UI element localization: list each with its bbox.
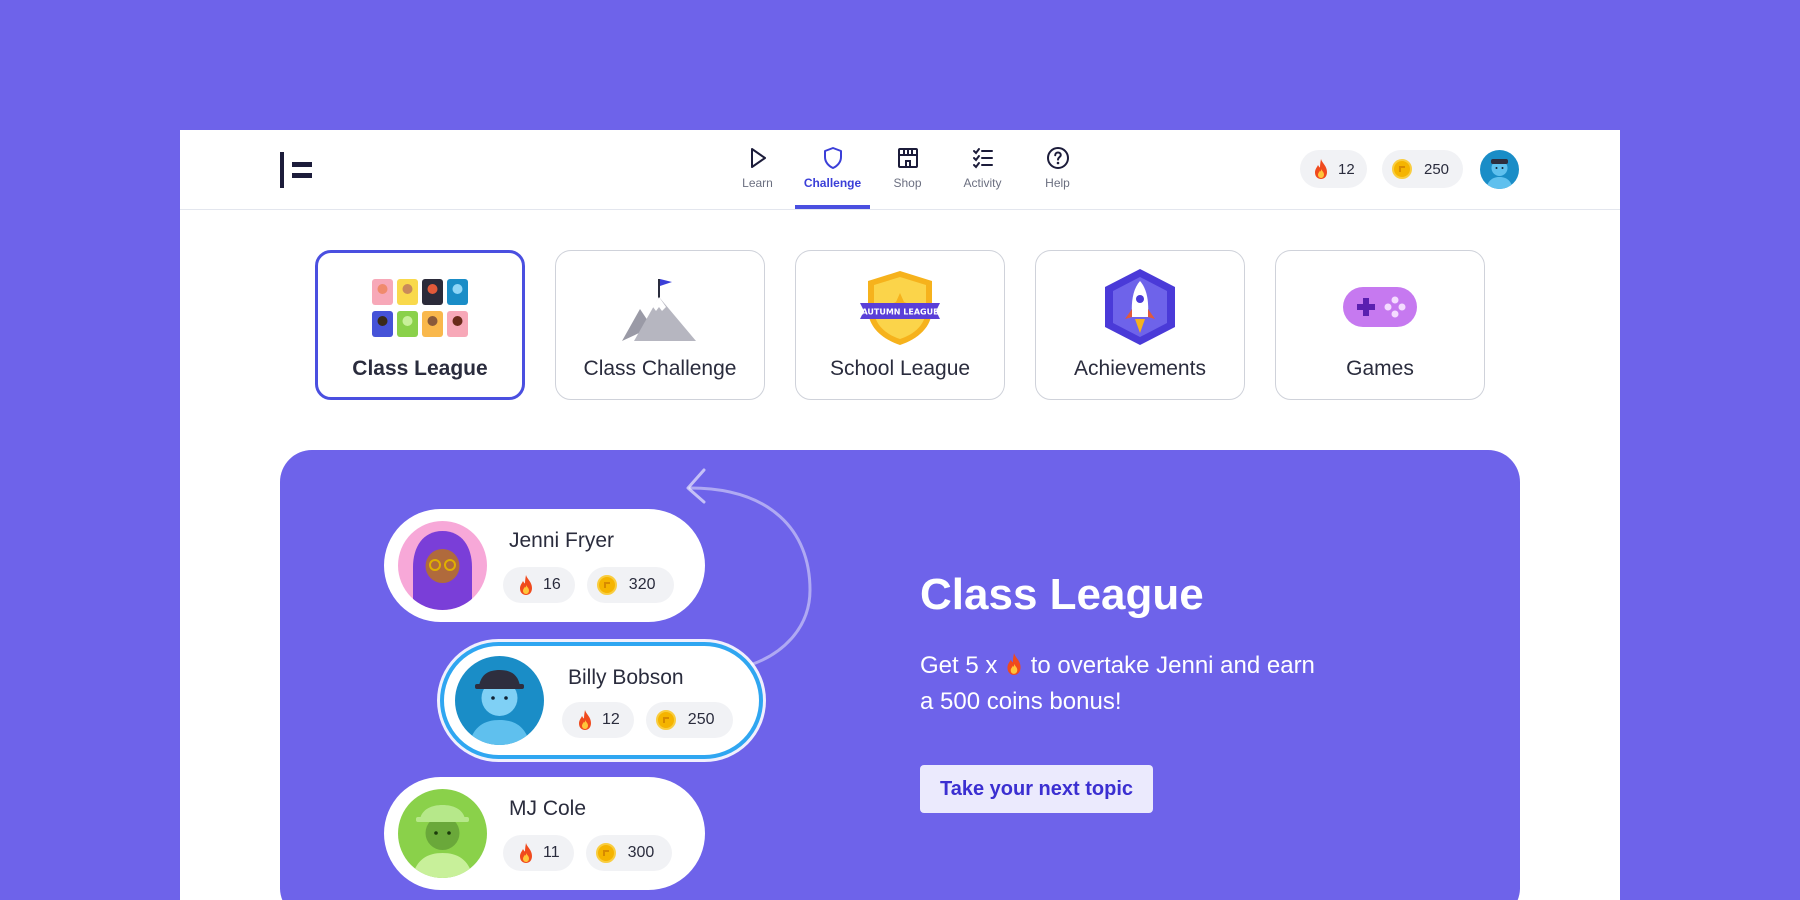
card-class-challenge-label: Class Challenge [583, 357, 737, 380]
mountain-flag-icon [622, 279, 696, 341]
player-name: MJ Cole [509, 797, 587, 820]
player-coins: 320 [586, 567, 674, 603]
flame-icon [517, 842, 535, 864]
autumn-league-badge-icon: AUTUMN LEAGUE [860, 271, 940, 345]
coins-counter[interactable]: 250 [1382, 150, 1464, 188]
player-avatar [455, 656, 544, 745]
shop-icon [897, 148, 918, 168]
panel-text-start: Get 5 x [920, 652, 1005, 679]
player-streak: 16 [503, 567, 575, 603]
user-avatar[interactable] [1480, 150, 1519, 189]
player-name: Billy Bobson [568, 666, 684, 689]
help-icon [1046, 147, 1069, 169]
player-avatar [398, 789, 487, 878]
coins-value: 250 [1424, 160, 1450, 178]
player-coins: 250 [645, 702, 733, 738]
player-coins-value: 300 [627, 844, 655, 861]
player-streak: 11 [503, 835, 574, 871]
streak-value: 12 [1338, 160, 1355, 178]
card-achievements-label: Achievements [1074, 357, 1206, 380]
card-games[interactable]: Games [1275, 250, 1485, 400]
coin-icon [655, 710, 676, 730]
challenge-categories: Class League Class Challenge AUTUMN LEAG… [315, 250, 1485, 400]
streak-counter[interactable]: 12 [1300, 150, 1367, 188]
app-logo[interactable] [280, 152, 316, 188]
nav-activity[interactable]: Activity [945, 130, 1020, 209]
player-card[interactable]: Jenni Fryer 16 320 [384, 509, 705, 622]
flame-icon [1312, 158, 1330, 180]
nav-challenge[interactable]: Challenge [795, 130, 870, 209]
panel-description: Get 5 x to overtake Jenni and earn a 500… [920, 648, 1320, 720]
class-avatars-icon [372, 279, 468, 337]
card-class-challenge[interactable]: Class Challenge [555, 250, 765, 400]
card-school-league[interactable]: AUTUMN LEAGUE School League [795, 250, 1005, 400]
card-class-league-label: Class League [352, 357, 488, 380]
shield-icon [823, 147, 842, 169]
player-stats: 11 300 [503, 835, 673, 871]
class-league-panel: Jenni Fryer 16 320 Billy Bobson 12 250 M… [280, 450, 1520, 900]
app-window: Learn Challenge Shop Activity Help 12 25… [180, 130, 1620, 900]
player-streak-value: 12 [602, 711, 620, 728]
card-achievements[interactable]: Achievements [1035, 250, 1245, 400]
card-games-label: Games [1346, 357, 1414, 380]
main-nav: Learn Challenge Shop Activity Help [720, 130, 1095, 209]
player-coins-value: 250 [687, 711, 715, 728]
player-streak-value: 16 [543, 576, 561, 593]
nav-help-label: Help [1045, 176, 1070, 190]
player-coins-value: 320 [628, 576, 656, 593]
nav-learn[interactable]: Learn [720, 130, 795, 209]
nav-shop-label: Shop [893, 176, 922, 190]
flame-icon [517, 574, 535, 596]
player-stats: 16 320 [503, 567, 674, 603]
coin-icon [596, 575, 617, 595]
player-coins: 300 [585, 835, 673, 871]
coin-icon [1392, 159, 1412, 179]
play-icon [750, 148, 766, 168]
flame-icon [576, 709, 594, 731]
player-card[interactable]: MJ Cole 11 300 [384, 777, 705, 890]
panel-title: Class League [920, 570, 1204, 619]
nav-challenge-label: Challenge [803, 176, 862, 190]
top-bar: Learn Challenge Shop Activity Help 12 25… [180, 130, 1620, 210]
nav-help[interactable]: Help [1020, 130, 1095, 209]
player-avatar [398, 521, 487, 610]
card-school-league-label: School League [829, 357, 971, 380]
nav-learn-label: Learn [742, 176, 773, 190]
player-streak-value: 11 [543, 844, 560, 861]
player-name: Jenni Fryer [509, 529, 615, 552]
player-card-current-user[interactable]: Billy Bobson 12 250 [440, 642, 763, 759]
nav-shop[interactable]: Shop [870, 130, 945, 209]
gamepad-icon [1343, 287, 1417, 327]
take-next-topic-button[interactable]: Take your next topic [920, 765, 1154, 813]
flame-icon [1004, 652, 1024, 676]
nav-activity-label: Activity [963, 176, 1002, 190]
rocket-badge-icon [1105, 269, 1175, 345]
player-streak: 12 [562, 702, 634, 738]
badge-text: AUTUMN LEAGUE [861, 308, 938, 317]
checklist-icon [972, 148, 993, 169]
card-class-league[interactable]: Class League [315, 250, 525, 400]
coin-icon [595, 843, 616, 863]
player-stats: 12 250 [562, 702, 733, 738]
